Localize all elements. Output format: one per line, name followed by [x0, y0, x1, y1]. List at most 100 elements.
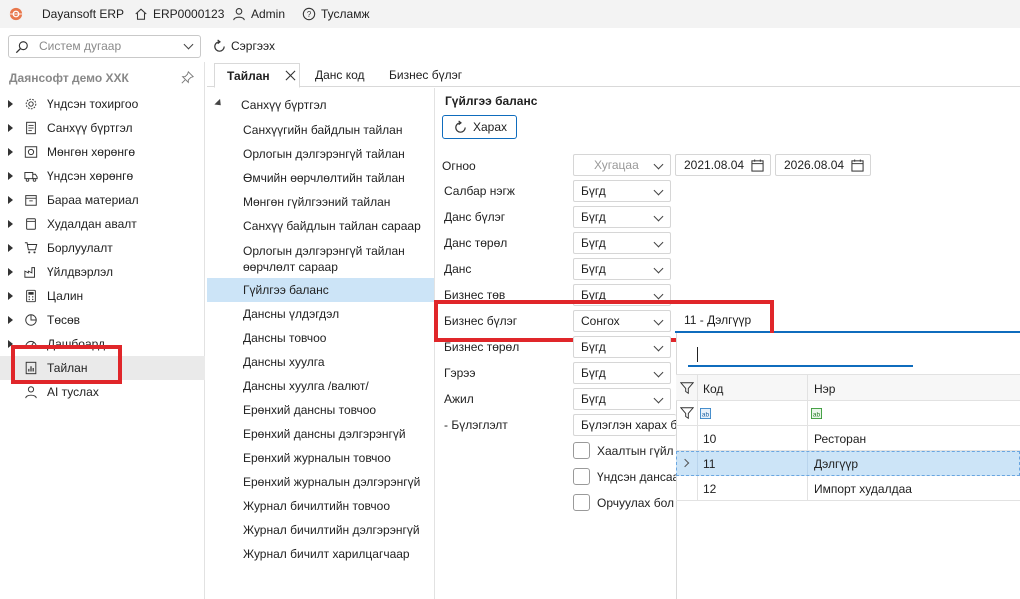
text-filter-icon[interactable]: ab	[811, 408, 822, 419]
translate-checkbox[interactable]	[573, 494, 590, 511]
tree-item[interactable]: Ерөнхий журналын товчоо	[207, 451, 434, 467]
sidebar-item-purchasing[interactable]: Худалдан авалт	[0, 212, 205, 236]
sidebar-item-fixed-assets[interactable]: Үндсэн хөрөнгө	[0, 164, 205, 188]
expand-arrow-icon[interactable]	[8, 172, 13, 180]
period-value: Хугацаа	[594, 158, 639, 172]
expand-arrow-icon[interactable]	[8, 316, 13, 324]
system-number-search[interactable]	[8, 35, 201, 58]
tab-bar: Тайлан Данс код Бизнес бүлэг	[207, 63, 1020, 88]
dropdown-search-input[interactable]	[688, 344, 913, 367]
calendar-icon[interactable]	[751, 159, 764, 172]
tree-item-label: Гүйлгээ баланс	[243, 283, 329, 297]
filter-select-account-group[interactable]: Бүгд	[573, 206, 671, 228]
cell-code: 10	[703, 431, 717, 446]
tree-item[interactable]: Санхүүгийн байдлын тайлан	[207, 123, 434, 139]
expand-arrow-icon[interactable]	[8, 148, 13, 156]
chevron-down-icon	[653, 289, 664, 300]
filter-select-business-type[interactable]: Бүгд	[573, 336, 671, 358]
filter-icon[interactable]	[679, 406, 695, 420]
filter-select-account-type[interactable]: Бүгд	[573, 232, 671, 254]
chevron-down-icon[interactable]	[183, 39, 194, 50]
expand-arrow-icon[interactable]	[8, 268, 13, 276]
closing-checkbox[interactable]	[573, 442, 590, 459]
app-logo-icon	[9, 6, 23, 22]
date-label: Огноо	[442, 159, 476, 173]
filter-icon[interactable]	[679, 381, 695, 395]
view-report-button[interactable]: Харах	[442, 115, 517, 139]
db-selector[interactable]: ERP0000123	[134, 6, 224, 22]
tree-item[interactable]: Орлогын дэлгэрэнгүй тайлан өөрчлөлт сара…	[207, 243, 434, 277]
tree-item[interactable]: Журнал бичилтийн товчоо	[207, 499, 434, 515]
column-header-code[interactable]: Код	[703, 375, 723, 402]
tree-item[interactable]: Дансны хуулга	[207, 355, 434, 371]
calendar-icon[interactable]	[851, 159, 864, 172]
tree-item[interactable]: Ерөнхий дансны товчоо	[207, 403, 434, 419]
sidebar-item-settings[interactable]: Үндсэн тохиргоо	[0, 92, 205, 116]
sidebar-item-payroll[interactable]: Цалин	[0, 284, 205, 308]
filter-select-account[interactable]: Бүгд	[573, 258, 671, 280]
tree-item-label: Мөнгөн гүйлгээний тайлан	[243, 195, 391, 209]
close-icon[interactable]	[285, 70, 296, 81]
tree-item[interactable]: Орлогын дэлгэрэнгүй тайлан	[207, 147, 434, 163]
filter-label-account: Данс	[444, 262, 472, 276]
sidebar-item-sales[interactable]: Борлуулалт	[0, 236, 205, 260]
tree-item[interactable]: Дансны товчоо	[207, 331, 434, 347]
expand-arrow-icon[interactable]	[8, 220, 13, 228]
search-input[interactable]	[39, 39, 179, 53]
tree-item-label: Журнал бичилтийн дэлгэрэнгүй	[243, 523, 420, 537]
chevron-down-icon	[653, 185, 664, 196]
grouping-select[interactable]: Бүлэглэн харах бо	[573, 414, 676, 436]
table-row[interactable]: 10 Ресторан	[676, 426, 1020, 451]
help-button[interactable]: ? Тусламж	[302, 6, 369, 22]
filter-select-job[interactable]: Бүгд	[573, 388, 671, 410]
date-from-field[interactable]: 2021.08.04	[675, 154, 771, 176]
sidebar-item-cash[interactable]: Мөнгөн хөрөнгө	[0, 140, 205, 164]
sidebar-item-label: Мөнгөн хөрөнгө	[47, 145, 136, 159]
table-row-selected[interactable]: 11 Дэлгүүр	[676, 451, 1020, 476]
sidebar-item-label: Цалин	[47, 289, 84, 303]
tree-item[interactable]: Ерөнхий журналын дэлгэрэнгүй	[207, 475, 434, 491]
tree-item-selected[interactable]: Гүйлгээ баланс	[207, 278, 434, 302]
filter-select-contract[interactable]: Бүгд	[573, 362, 671, 384]
tree-item[interactable]: Журнал бичилт харилцагчаар	[207, 547, 434, 563]
sidebar-item-production[interactable]: Үйлдвэрлэл	[0, 260, 205, 284]
lookup-grid: Код Нэр ab ab 10 Ресторан 11 Дэлгүүр 12 …	[676, 374, 1020, 599]
period-select[interactable]: Хугацаа	[573, 154, 671, 176]
column-header-name[interactable]: Нэр	[814, 375, 835, 402]
tree-item[interactable]: Ерөнхий дансны дэлгэрэнгүй	[207, 427, 434, 443]
sidebar-item-finance[interactable]: Санхүү бүртгэл	[0, 116, 205, 140]
expand-arrow-icon[interactable]	[8, 196, 13, 204]
tab-business-group[interactable]: Бизнес бүлэг	[389, 63, 462, 87]
refresh-button[interactable]: Сэргээх	[212, 37, 275, 55]
filter-select-branch[interactable]: Бүгд	[573, 180, 671, 202]
pin-icon[interactable]	[181, 70, 195, 84]
tab-account-code[interactable]: Данс код	[315, 63, 365, 87]
filter-label-contract: Гэрээ	[444, 366, 476, 380]
chevron-down-icon	[653, 211, 664, 222]
text-filter-icon[interactable]: ab	[700, 408, 711, 419]
filter-value: Бүгд	[581, 262, 606, 276]
tree-item[interactable]: Өмчийн өөрчлөлтийн тайлан	[207, 171, 434, 187]
sidebar-item-inventory[interactable]: Бараа материал	[0, 188, 205, 212]
user-menu[interactable]: Admin	[232, 6, 285, 22]
tree-item[interactable]: Дансны хуулга /валют/	[207, 379, 434, 395]
tree-item-label: Санхүүгийн байдлын тайлан	[243, 123, 403, 137]
expand-arrow-icon[interactable]	[8, 292, 13, 300]
table-row[interactable]: 12 Импорт худалдаа	[676, 476, 1020, 501]
tree-item[interactable]: Журнал бичилтийн дэлгэрэнгүй	[207, 523, 434, 539]
tab-reports[interactable]: Тайлан	[214, 63, 300, 88]
date-to-field[interactable]: 2026.08.04	[775, 154, 871, 176]
expand-arrow-icon[interactable]	[8, 124, 13, 132]
expand-arrow-icon[interactable]	[8, 244, 13, 252]
sidebar-item-budget[interactable]: Төсөв	[0, 308, 205, 332]
chevron-down-icon	[653, 367, 664, 378]
main-account-checkbox-label: Үндсэн дансаа	[597, 470, 676, 484]
main-account-checkbox[interactable]	[573, 468, 590, 485]
tree-item[interactable]: Мөнгөн гүйлгээний тайлан	[207, 195, 434, 211]
tree-root-finance[interactable]: Санхүү бүртгэл	[207, 98, 434, 114]
collapse-arrow-icon[interactable]	[214, 98, 224, 109]
help-icon: ?	[302, 7, 316, 21]
expand-arrow-icon[interactable]	[8, 100, 13, 108]
tree-item[interactable]: Санхүү байдлын тайлан сараар	[207, 219, 434, 235]
tree-item[interactable]: Дансны үлдэгдэл	[207, 307, 434, 323]
